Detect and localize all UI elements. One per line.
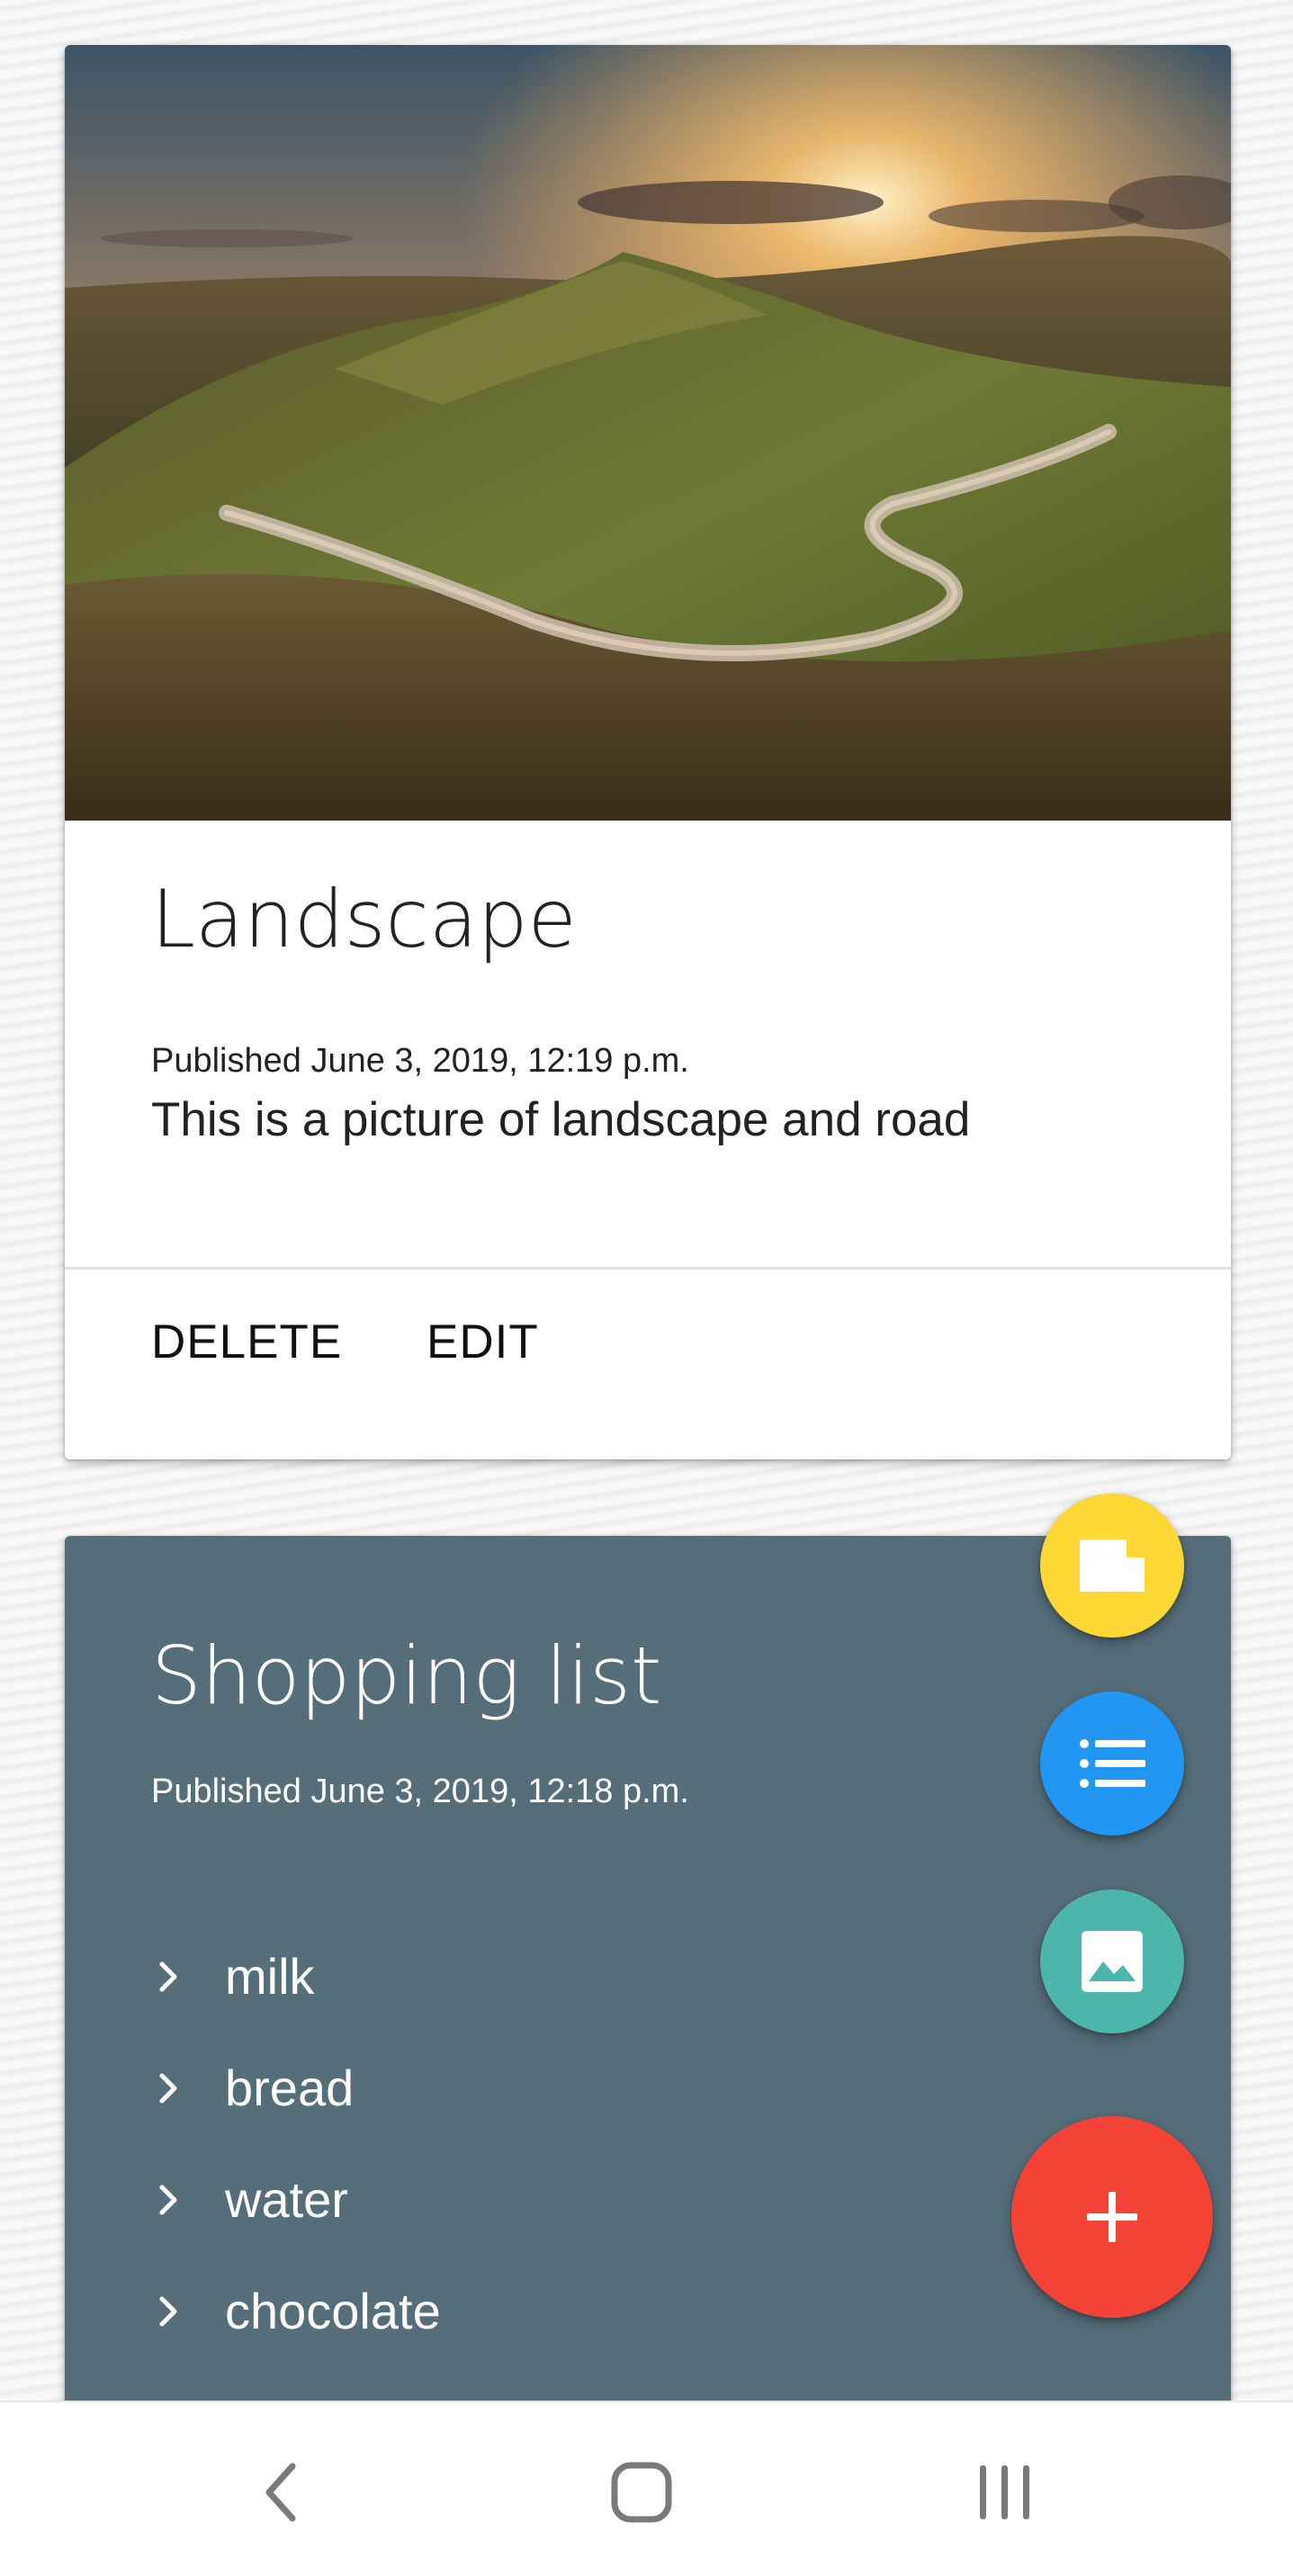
add-button[interactable] [1011, 2116, 1213, 2318]
delete-button[interactable]: DELETE [151, 1318, 342, 1366]
list-item-label: chocolate [225, 2283, 441, 2339]
landscape-photo [65, 45, 1231, 821]
chevron-right-icon [151, 2293, 187, 2329]
home-icon [611, 2462, 672, 2523]
back-icon [265, 2463, 296, 2522]
chevron-right-icon [151, 2070, 187, 2106]
list-item: bread [151, 2057, 354, 2120]
list-item-label: milk [225, 1948, 315, 2005]
recents-button[interactable] [951, 2438, 1059, 2546]
edit-button[interactable]: EDIT [427, 1318, 539, 1366]
list-item: water [151, 2168, 348, 2231]
landscape-card: Landscape Published June 3, 2019, 12:19 … [65, 45, 1231, 1459]
chevron-right-icon [151, 2182, 187, 2218]
card-title: Landscape [151, 873, 577, 965]
published-date: Published June 3, 2019, 12:19 p.m. [151, 1042, 689, 1080]
image-icon [1082, 1931, 1143, 1992]
chevron-right-icon [151, 1959, 187, 1995]
add-note-button[interactable] [1040, 1494, 1184, 1638]
list-item: milk [151, 1945, 315, 2008]
recents-icon [980, 2465, 1029, 2519]
plus-icon [1087, 2192, 1137, 2242]
card-description: This is a picture of landscape and road [151, 1093, 971, 1146]
list-item-label: water [225, 2171, 348, 2228]
list-item-label: bread [225, 2060, 355, 2116]
list-icon [1080, 1739, 1145, 1788]
navigation-bar [0, 2401, 1293, 2576]
add-list-button[interactable] [1040, 1692, 1184, 1836]
divider [65, 1267, 1231, 1270]
list-item: chocolate [151, 2280, 441, 2343]
home-button[interactable] [588, 2438, 696, 2546]
note-icon [1080, 1539, 1145, 1592]
add-image-button[interactable] [1040, 1889, 1184, 2033]
back-button[interactable] [227, 2438, 335, 2546]
